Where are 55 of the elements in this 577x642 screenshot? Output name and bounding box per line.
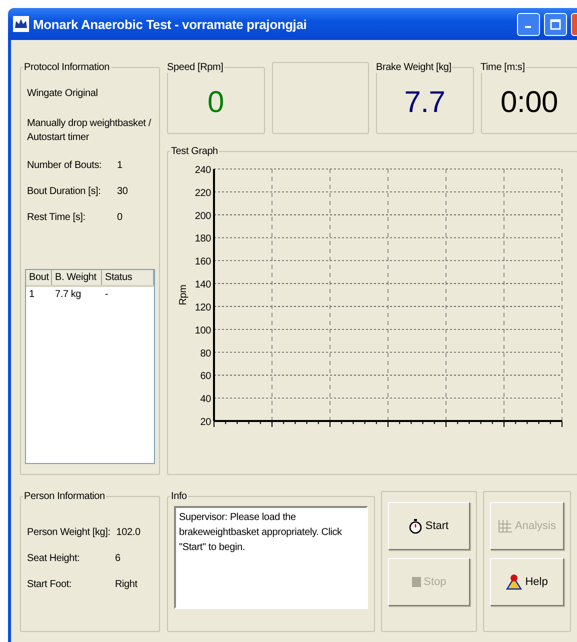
y-tick-label: 80 bbox=[200, 348, 211, 360]
info-text: Supervisor: Please load the brakeweightbasket appropriately. Click "Start" to begin. bbox=[174, 506, 368, 609]
field-label: Number of Bouts: bbox=[27, 160, 103, 171]
readout-title: Brake Weight [kg] bbox=[375, 62, 452, 73]
table-cell-text: 1 bbox=[28, 288, 36, 302]
panel-title: Protocol Information bbox=[23, 62, 110, 73]
y-axis-label: Rpm bbox=[178, 284, 189, 306]
window-title: Monark Anaerobic Test - vorramate prajongjai bbox=[33, 16, 308, 32]
readout-title: Speed [Rpm] bbox=[166, 62, 224, 73]
action-button[interactable]: Start bbox=[388, 502, 470, 550]
y-tick-label: 140 bbox=[194, 280, 211, 291]
column-header[interactable]: Status bbox=[102, 270, 154, 285]
table-cell-text: 7.7 kg bbox=[54, 288, 82, 302]
panel-title: Person Information bbox=[23, 491, 106, 502]
field-value: 30 bbox=[117, 186, 129, 197]
panel-title: Info bbox=[170, 491, 188, 502]
field-value: 6 bbox=[115, 553, 122, 564]
field-value: 1 bbox=[117, 160, 124, 171]
field-label: Person Weight [kg]: bbox=[27, 527, 110, 538]
maximize-icon bbox=[550, 18, 561, 30]
readout-value: 7.7 bbox=[404, 85, 446, 121]
y-tick-label: 60 bbox=[200, 371, 211, 382]
minimize-button[interactable] bbox=[517, 12, 540, 36]
column-header[interactable]: Bout bbox=[26, 270, 52, 285]
field-label: Bout Duration [s]: bbox=[27, 186, 102, 197]
help-icon bbox=[506, 574, 522, 590]
y-tick-label: 120 bbox=[194, 302, 211, 314]
y-tick-label: 20 bbox=[200, 417, 211, 428]
stop-icon bbox=[412, 577, 421, 587]
panel-title: Test Graph bbox=[170, 146, 219, 157]
readout-value: 0 bbox=[208, 85, 224, 121]
y-tick-label: 200 bbox=[194, 210, 211, 222]
y-tick-label: 220 bbox=[194, 188, 211, 199]
protocol-mode: Manually drop weightbasket / Autostart timer bbox=[26, 117, 152, 145]
field-value: 102.0 bbox=[116, 527, 142, 538]
action-button[interactable]: Help bbox=[490, 558, 564, 606]
field-label: Rest Time [s]: bbox=[27, 212, 86, 223]
y-tick-label: 40 bbox=[200, 394, 211, 406]
field-label: Start Foot: bbox=[27, 579, 72, 590]
protocol-name: Wingate Original bbox=[26, 87, 99, 101]
table-cell-text: - bbox=[104, 288, 110, 302]
y-tick-label: 100 bbox=[194, 325, 211, 336]
y-tick-label: 240 bbox=[194, 165, 211, 176]
stopwatch-icon bbox=[409, 518, 422, 534]
maximize-button[interactable] bbox=[544, 12, 567, 36]
chart-icon bbox=[498, 520, 512, 532]
field-value: Right bbox=[115, 579, 138, 590]
readout-value: 0:00 bbox=[500, 85, 558, 121]
y-tick-label: 180 bbox=[194, 234, 211, 245]
crown-icon bbox=[13, 16, 29, 32]
field-label: Seat Height: bbox=[27, 553, 81, 564]
column-header[interactable]: B. Weight bbox=[52, 270, 102, 285]
readout-title: Time [m:s] bbox=[480, 62, 526, 73]
field-value: 0 bbox=[117, 212, 124, 223]
y-tick-label: 160 bbox=[194, 256, 211, 268]
